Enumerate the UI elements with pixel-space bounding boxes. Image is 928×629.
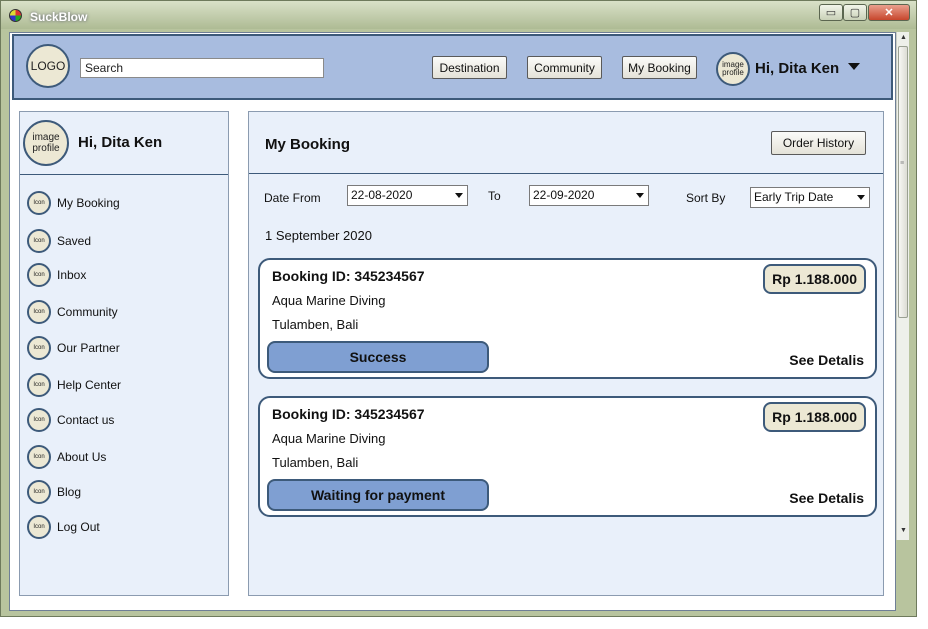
scroll-up-icon[interactable]: ▲ <box>900 34 907 41</box>
header-greeting[interactable]: Hi, Dita Ken <box>755 60 839 77</box>
close-icon: ✕ <box>884 7 894 19</box>
sidebar-item-label: Community <box>57 305 118 319</box>
sidebar-item-label: My Booking <box>57 196 120 210</box>
sidebar-item-blog[interactable]: Icon Blog <box>27 480 81 504</box>
minimize-icon: ▭ <box>825 7 837 19</box>
page-title: My Booking <box>265 136 350 153</box>
scroll-grip-icon: ≡ <box>900 160 905 167</box>
maximize-button[interactable]: ▢ <box>843 4 867 21</box>
maximize-icon: ▢ <box>849 7 861 19</box>
sidebar-item-label: Contact us <box>57 413 115 427</box>
placeholder-icon: Icon <box>27 480 51 504</box>
nav-my-booking-button[interactable]: My Booking <box>622 56 697 79</box>
sidebar-greeting: Hi, Dita Ken <box>78 134 163 151</box>
sidebar-item-community[interactable]: Icon Community <box>27 300 118 324</box>
placeholder-icon: Icon <box>27 408 51 432</box>
date-to-label: To <box>488 189 501 203</box>
sidebar-item-help-center[interactable]: Icon Help Center <box>27 373 121 397</box>
sidebar-item-label: Log Out <box>57 520 100 534</box>
vertical-scrollbar[interactable]: ▲ ≡ ▼ <box>896 32 909 540</box>
see-details-link[interactable]: See Detalis <box>789 490 864 506</box>
sidebar-item-label: Our Partner <box>57 341 120 355</box>
chevron-down-icon[interactable] <box>848 63 860 70</box>
date-from-label: Date From <box>264 191 321 205</box>
date-from-value: 22-08-2020 <box>351 188 413 202</box>
window-title: SuckBlow <box>30 10 88 24</box>
dropdown-arrow-icon <box>857 195 865 200</box>
nav-community-button[interactable]: Community <box>527 56 602 79</box>
booking-name: Aqua Marine Diving <box>272 293 386 308</box>
see-details-link[interactable]: See Detalis <box>789 352 864 368</box>
sidebar-item-label: About Us <box>57 450 107 464</box>
sort-by-select[interactable]: Early Trip Date <box>750 187 870 208</box>
order-history-button[interactable]: Order History <box>771 131 866 155</box>
booking-card: Booking ID: 345234567 Aqua Marine Diving… <box>258 396 877 517</box>
sidebar-item-inbox[interactable]: Icon Inbox <box>27 263 86 287</box>
status-badge: Success <box>267 341 489 373</box>
placeholder-icon: Icon <box>27 445 51 469</box>
main-content: My Booking Order History Date From 22-08… <box>248 111 884 596</box>
status-badge: Waiting for payment <box>267 479 489 511</box>
sidebar-item-label: Help Center <box>57 378 122 392</box>
booking-location: Tulamben, Bali <box>272 455 359 470</box>
placeholder-icon: Icon <box>27 336 51 360</box>
sidebar-item-label: Blog <box>57 485 82 499</box>
placeholder-icon: Icon <box>27 373 51 397</box>
minimize-button[interactable]: ▭ <box>819 4 843 21</box>
scroll-thumb[interactable] <box>898 46 908 318</box>
date-group-heading: 1 September 2020 <box>265 228 372 243</box>
search-input[interactable]: Search <box>80 58 324 78</box>
title-bar: SuckBlow ▭ ▢ ✕ <box>1 1 916 29</box>
dropdown-arrow-icon <box>636 193 644 198</box>
placeholder-icon: Icon <box>27 300 51 324</box>
date-to-value: 22-09-2020 <box>533 188 595 202</box>
booking-card: Booking ID: 345234567 Aqua Marine Diving… <box>258 258 877 379</box>
booking-id: Booking ID: 345234567 <box>272 268 425 284</box>
sort-by-value: Early Trip Date <box>754 190 834 204</box>
app-icon <box>9 9 22 22</box>
placeholder-icon: Icon <box>27 229 51 253</box>
sidebar-item-saved[interactable]: Icon Saved <box>27 229 91 253</box>
price-badge: Rp 1.188.000 <box>763 402 866 432</box>
divider <box>249 173 883 174</box>
price-badge: Rp 1.188.000 <box>763 264 866 294</box>
sidebar-item-log-out[interactable]: Icon Log Out <box>27 515 100 539</box>
sort-by-label: Sort By <box>686 191 726 205</box>
sidebar-avatar[interactable]: image profile <box>23 120 69 166</box>
booking-location: Tulamben, Bali <box>272 317 359 332</box>
logo[interactable]: LOGO <box>26 44 70 88</box>
scroll-down-icon[interactable]: ▼ <box>900 527 907 534</box>
booking-id: Booking ID: 345234567 <box>272 406 425 422</box>
nav-destination-button[interactable]: Destination <box>432 56 507 79</box>
placeholder-icon: Icon <box>27 263 51 287</box>
sidebar-item-my-booking[interactable]: Icon My Booking <box>27 191 120 215</box>
sidebar-item-label: Inbox <box>57 268 87 282</box>
sidebar-item-about-us[interactable]: Icon About Us <box>27 445 106 469</box>
sidebar: image profile Hi, Dita Ken Icon My Bookin… <box>19 111 229 596</box>
booking-name: Aqua Marine Diving <box>272 431 386 446</box>
sidebar-item-our-partner[interactable]: Icon Our Partner <box>27 336 120 360</box>
sidebar-item-contact-us[interactable]: Icon Contact us <box>27 408 114 432</box>
placeholder-icon: Icon <box>27 515 51 539</box>
header-avatar[interactable]: image profile <box>716 52 750 86</box>
dropdown-arrow-icon <box>455 193 463 198</box>
date-to-select[interactable]: 22-09-2020 <box>529 185 649 206</box>
placeholder-icon: Icon <box>27 191 51 215</box>
close-button[interactable]: ✕ <box>868 4 910 21</box>
date-from-select[interactable]: 22-08-2020 <box>347 185 468 206</box>
sidebar-item-label: Saved <box>57 234 92 248</box>
top-navigation-bar: LOGO Search Destination Community My Boo… <box>12 34 893 100</box>
sidebar-profile: image profile Hi, Dita Ken <box>20 112 228 175</box>
